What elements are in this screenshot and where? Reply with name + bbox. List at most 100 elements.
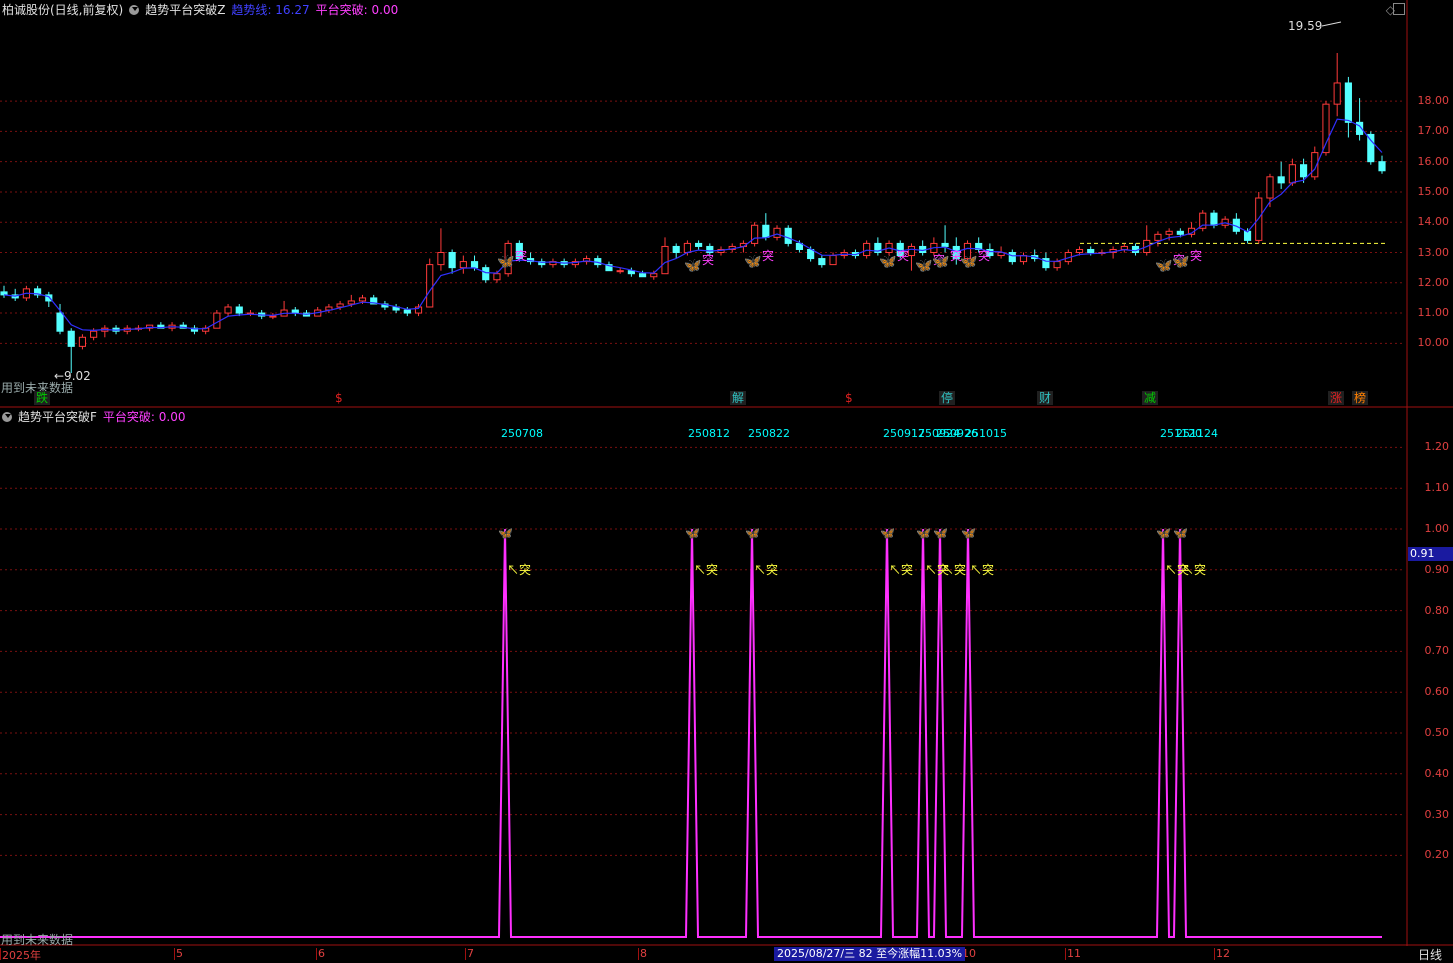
peak-date-label: 250812 bbox=[688, 427, 730, 440]
price-tick-label: 15.00 bbox=[1417, 184, 1450, 198]
sub-tick-label: 0.80 bbox=[1424, 603, 1450, 617]
candle-body bbox=[818, 258, 826, 266]
peak-butterfly-icon: 🦋 bbox=[498, 526, 513, 540]
future-data-note-sub: 用到未来数据 bbox=[1, 933, 74, 947]
candle-body bbox=[672, 245, 680, 254]
sub-tick-label: 0.40 bbox=[1424, 766, 1450, 780]
butterfly-icon: 🦋 bbox=[684, 258, 702, 274]
candle-body bbox=[1288, 164, 1296, 184]
event-tag: 跌 bbox=[34, 391, 51, 405]
candle-body bbox=[762, 224, 770, 238]
candle-body bbox=[907, 245, 916, 257]
butterfly-icon: 🦋 bbox=[879, 254, 897, 270]
candle-body bbox=[470, 261, 479, 269]
candle-body bbox=[829, 255, 837, 266]
candle-body bbox=[459, 261, 467, 269]
price-tick-label: 10.00 bbox=[1417, 336, 1450, 350]
sub-tick-label: 1.00 bbox=[1424, 522, 1450, 535]
candle-body bbox=[683, 242, 691, 254]
time-tick bbox=[638, 948, 639, 960]
candle-body bbox=[1075, 248, 1084, 254]
candle-body bbox=[1378, 161, 1386, 172]
candle-body bbox=[437, 252, 445, 266]
peak-butterfly-icon: 🦋 bbox=[745, 526, 760, 540]
candle-body bbox=[784, 227, 792, 244]
candle-body bbox=[1322, 103, 1330, 154]
time-tick bbox=[1065, 948, 1066, 960]
butterfly-icon: 🦋 bbox=[960, 254, 978, 270]
breakout-label: 突 bbox=[978, 248, 990, 263]
candle-body bbox=[403, 309, 411, 314]
time-tick-label: 8 bbox=[640, 947, 647, 960]
price-tick-label: 18.00 bbox=[1417, 94, 1450, 108]
candle-body bbox=[1367, 133, 1375, 163]
peak-butterfly-icon: 🦋 bbox=[685, 526, 700, 540]
candle-body bbox=[78, 336, 87, 347]
butterfly-icon: 🦋 bbox=[744, 254, 762, 270]
candle-body bbox=[426, 264, 434, 308]
period-selector[interactable]: 日线 bbox=[1418, 946, 1442, 963]
peak-butterfly-icon: 🦋 bbox=[1156, 526, 1171, 540]
peak-butterfly-icon: 🦋 bbox=[1173, 526, 1188, 540]
sub-tick-label: 1.10 bbox=[1424, 481, 1450, 495]
platform-breakout-chart[interactable]: 🦋↖突🦋↖突🦋↖突🦋↖突🦋↖突🦋↖突🦋↖突🦋↖突🦋↖突 bbox=[0, 408, 1453, 946]
peak-breakout-label: ↖突 bbox=[942, 562, 966, 577]
peak-breakout-label: ↖突 bbox=[694, 562, 718, 577]
peak-butterfly-icon: 🦋 bbox=[880, 526, 895, 540]
candle-body bbox=[1243, 230, 1252, 241]
candle-body bbox=[807, 248, 815, 260]
candlestick-chart[interactable]: 🦋 突🦋 突 🦋 突 🦋 突🦋 突🦋 突🦋 突🦋 突🦋 突 bbox=[0, 0, 1453, 408]
peak-date-label: 251015 bbox=[965, 427, 1007, 440]
peak-date-label: 250708 bbox=[501, 427, 543, 440]
candle-body bbox=[639, 273, 647, 278]
time-tick-label: 11 bbox=[1067, 947, 1081, 960]
sub-tick-label: 0.70 bbox=[1424, 644, 1450, 658]
status-bar: 2025/08/27/三 82 至今涨幅11.03% bbox=[774, 947, 966, 961]
candle-body bbox=[1344, 82, 1352, 123]
peak-date-label: 250822 bbox=[748, 427, 790, 440]
price-tick-label: 14.00 bbox=[1417, 215, 1450, 229]
sub-tick-label: 0.90 bbox=[1424, 562, 1450, 576]
event-tag: 榜 bbox=[1352, 391, 1369, 405]
candle-body bbox=[773, 227, 781, 238]
time-tick bbox=[465, 948, 466, 960]
breakout-label: 突 bbox=[515, 248, 527, 263]
breakout-label: 突 bbox=[897, 248, 909, 263]
butterfly-icon: 🦋 bbox=[932, 254, 950, 270]
peak-breakout-label: ↖突 bbox=[970, 562, 994, 577]
price-tick-label: 17.00 bbox=[1417, 124, 1450, 138]
candle-body bbox=[695, 242, 703, 247]
sub-tick-label: 0.60 bbox=[1424, 685, 1450, 699]
breakout-label: 突 bbox=[1190, 248, 1202, 263]
candle-body bbox=[661, 245, 669, 275]
time-tick-label: 6 bbox=[318, 947, 325, 960]
price-tick-label: 16.00 bbox=[1417, 154, 1450, 168]
sub-axis-current-value: 0.91 bbox=[1408, 547, 1453, 561]
event-tag: 停 bbox=[939, 391, 956, 405]
peak-breakout-label: ↖突 bbox=[889, 562, 913, 577]
candle-body bbox=[1165, 230, 1173, 235]
candle-body bbox=[1176, 230, 1184, 235]
peak-breakout-label: ↖突 bbox=[507, 562, 531, 577]
high-marker bbox=[1321, 21, 1342, 27]
candle-body bbox=[482, 267, 490, 281]
candle-body bbox=[224, 306, 232, 314]
candle-body bbox=[90, 330, 98, 338]
high-price-label: 19.59 bbox=[1288, 19, 1323, 33]
candle-body bbox=[751, 224, 759, 244]
butterfly-icon: 🦋 bbox=[1155, 258, 1173, 274]
candle-body bbox=[616, 270, 624, 273]
candle-body bbox=[1299, 164, 1308, 178]
candle-body bbox=[448, 252, 456, 269]
event-tag: $ bbox=[845, 391, 853, 405]
peak-butterfly-icon: 🦋 bbox=[961, 526, 976, 540]
candle-body bbox=[1053, 261, 1061, 269]
peak-butterfly-icon: 🦋 bbox=[916, 526, 931, 540]
event-tag: $ bbox=[335, 391, 343, 405]
candle-body bbox=[347, 300, 355, 305]
butterfly-icon: 🦋 bbox=[915, 258, 933, 274]
sub-tick-label: 0.20 bbox=[1424, 848, 1450, 862]
event-tag: 减 bbox=[1142, 391, 1159, 405]
candle-body bbox=[1333, 82, 1341, 105]
event-tag: 解 bbox=[730, 391, 747, 405]
